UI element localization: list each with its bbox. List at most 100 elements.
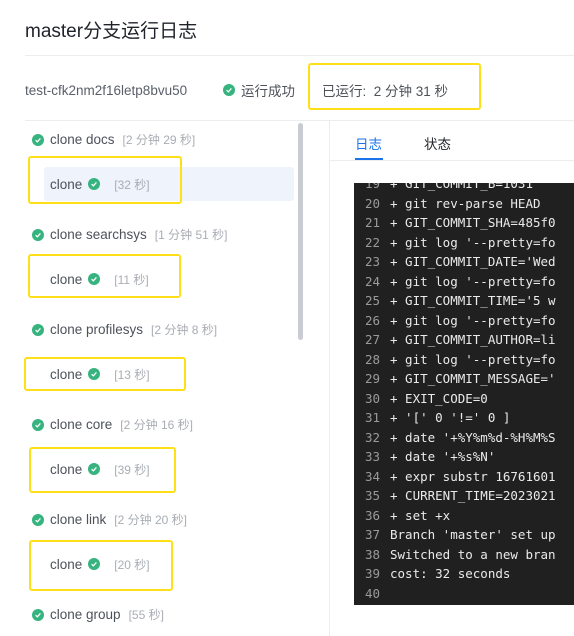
- line-text: + git log '--pretty=fo: [390, 273, 556, 289]
- log-line: 28 + git log '--pretty=fo: [354, 350, 556, 370]
- page-title: master分支运行日志: [25, 21, 198, 42]
- log-line: 40: [354, 584, 390, 604]
- log-line: 22 + git log '--pretty=fo: [354, 233, 556, 253]
- job-step-item[interactable]: clone [20 秒]: [44, 547, 294, 581]
- log-console[interactable]: 19 + GIT_COMMIT_B=1031 20 + git rev-parse …: [354, 183, 574, 605]
- line-number: 25: [364, 293, 380, 309]
- line-number: 34: [364, 468, 380, 484]
- job-step-item[interactable]: clone [32 秒]: [44, 167, 294, 201]
- tab-log[interactable]: 日志: [355, 133, 382, 153]
- job-group[interactable]: clone docs [2 分钟 29 秒]: [32, 131, 195, 148]
- job-group[interactable]: clone profilesys [2 分钟 8 秒]: [32, 321, 217, 338]
- line-text: + expr substr 16761601: [390, 468, 556, 484]
- job-name: clone profilesys: [50, 322, 144, 337]
- line-number: 40: [364, 585, 380, 601]
- run-id: test-cfk2nm2f16letp8bvu50: [25, 82, 188, 98]
- job-step-item[interactable]: clone [11 秒]: [44, 262, 294, 296]
- job-duration: [2 分钟 8 秒]: [151, 323, 218, 337]
- run-info-row: test-cfk2nm2f16letp8bvu50 运行成功: [25, 80, 295, 100]
- line-text: + git rev-parse HEAD: [390, 195, 541, 211]
- success-check-icon: [88, 178, 101, 190]
- log-line: 24 + git log '--pretty=fo: [354, 272, 556, 292]
- step-duration: [39 秒]: [114, 462, 150, 477]
- log-tabs: 日志 状态: [355, 133, 451, 153]
- job-step-item[interactable]: clone [13 秒]: [44, 357, 294, 391]
- success-check-icon: [88, 273, 101, 285]
- line-text: cost: 32 seconds: [390, 566, 511, 582]
- header-divider: [25, 55, 574, 56]
- step-duration: [32 秒]: [114, 177, 150, 192]
- job-name: clone link: [50, 512, 107, 527]
- line-number: 37: [364, 527, 380, 543]
- log-line: 34 + expr substr 16761601: [354, 467, 556, 487]
- log-line: 19 + GIT_COMMIT_B=1031: [354, 183, 533, 194]
- line-text: + git log '--pretty=fo: [390, 234, 556, 250]
- tab-divider: [330, 160, 574, 161]
- success-check-icon: [32, 323, 44, 336]
- job-name: clone searchsys: [50, 227, 147, 242]
- log-line: 37 Branch 'master' set up: [354, 525, 556, 545]
- line-number: 21: [364, 215, 380, 231]
- job-duration: [2 分钟 20 秒]: [114, 513, 187, 527]
- job-name: clone group: [50, 607, 121, 622]
- line-text: + date '+%s%N': [390, 449, 496, 465]
- job-step-item[interactable]: clone [39 秒]: [44, 452, 294, 486]
- job-group[interactable]: clone core [2 分钟 16 秒]: [32, 416, 193, 433]
- job-group[interactable]: clone group [55 秒]: [32, 606, 164, 623]
- log-line: 30 + EXIT_CODE=0: [354, 389, 488, 409]
- log-line: 27 + GIT_COMMIT_AUTHOR=li: [354, 330, 556, 350]
- log-line: 23 + GIT_COMMIT_DATE='Wed: [354, 252, 556, 272]
- log-line: 38 Switched to a new bran: [354, 545, 556, 565]
- log-line: 26 + git log '--pretty=fo: [354, 311, 556, 331]
- line-number: 28: [364, 351, 380, 367]
- line-text: + GIT_COMMIT_MESSAGE=': [390, 371, 556, 387]
- line-number: 22: [364, 234, 380, 250]
- job-group[interactable]: clone link [2 分钟 20 秒]: [32, 511, 187, 528]
- success-check-icon: [88, 558, 101, 570]
- log-line: 39 cost: 32 seconds: [354, 564, 510, 584]
- line-number: 36: [364, 507, 380, 523]
- log-line: 32 + date '+%Y%m%d-%H%M%S: [354, 428, 556, 448]
- run-status-text: 运行成功: [241, 84, 295, 99]
- line-text: + GIT_COMMIT_DATE='Wed: [390, 254, 556, 270]
- line-text: + GIT_COMMIT_B=1031: [390, 183, 533, 192]
- line-text: + git log '--pretty=fo: [390, 351, 556, 367]
- success-check-icon: [223, 84, 235, 96]
- log-line: 36 + set +x: [354, 506, 450, 526]
- job-list-scrollbar[interactable]: [298, 123, 303, 340]
- line-number: 26: [364, 312, 380, 328]
- step-duration: [13 秒]: [114, 367, 150, 382]
- line-number: 24: [364, 273, 380, 289]
- job-group[interactable]: clone searchsys [1 分钟 51 秒]: [32, 226, 228, 243]
- line-number: 19: [364, 183, 380, 192]
- line-number: 35: [364, 488, 380, 504]
- line-number: 30: [364, 390, 380, 406]
- run-status: 运行成功: [223, 80, 295, 100]
- step-name: clone: [50, 556, 83, 572]
- success-check-icon: [88, 368, 101, 380]
- step-name: clone: [50, 176, 83, 192]
- success-check-icon: [32, 608, 44, 621]
- step-name: clone: [50, 461, 83, 477]
- step-name: clone: [50, 271, 83, 287]
- job-duration: [55 秒]: [128, 608, 164, 622]
- elapsed-value: 2 分钟 31 秒: [373, 84, 449, 99]
- run-elapsed: 已运行: 2 分钟 31 秒: [322, 80, 448, 100]
- job-duration: [1 分钟 51 秒]: [154, 228, 228, 242]
- log-line: 31 + '[' 0 '!=' 0 ]: [354, 408, 510, 428]
- step-duration: [20 秒]: [114, 557, 150, 572]
- line-number: 39: [364, 566, 380, 582]
- job-duration: [2 分钟 29 秒]: [122, 133, 196, 147]
- line-text: Branch 'master' set up: [390, 527, 556, 543]
- line-text: + GIT_COMMIT_SHA=485f0: [390, 215, 556, 231]
- line-number: 27: [364, 332, 380, 348]
- success-check-icon: [32, 513, 44, 526]
- line-text: + date '+%Y%m%d-%H%M%S: [390, 429, 556, 445]
- line-text: + GIT_COMMIT_AUTHOR=li: [390, 332, 556, 348]
- tab-status[interactable]: 状态: [424, 133, 451, 153]
- line-text: + EXIT_CODE=0: [390, 390, 488, 406]
- line-text: Switched to a new bran: [390, 546, 556, 562]
- log-line: 21 + GIT_COMMIT_SHA=485f0: [354, 213, 556, 233]
- line-number: 32: [364, 429, 380, 445]
- job-name: clone core: [50, 417, 113, 432]
